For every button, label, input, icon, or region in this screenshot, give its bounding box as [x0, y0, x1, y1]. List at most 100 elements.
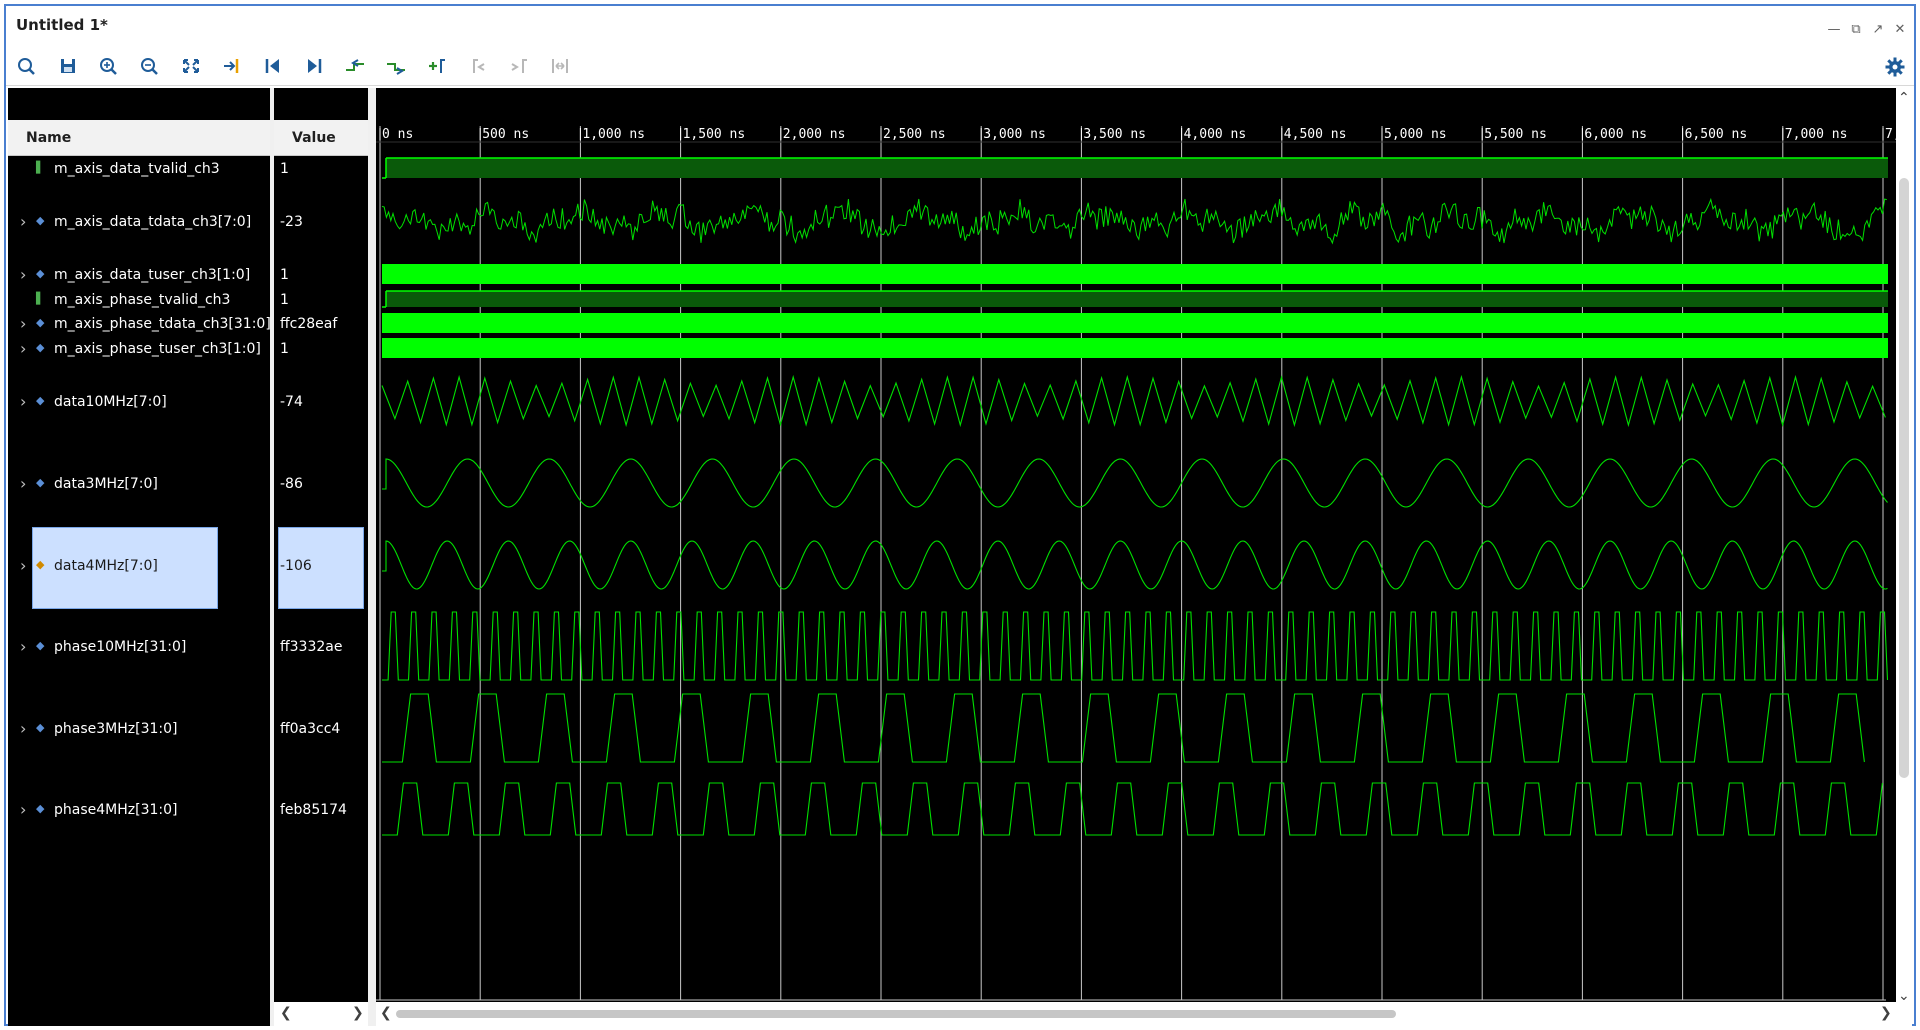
go-to-cursor-icon[interactable] [219, 54, 245, 78]
expand-chevron-icon[interactable]: › [20, 474, 26, 493]
signal-name: m_axis_phase_tdata_ch3[31:0] [54, 316, 271, 332]
maximize-icon[interactable]: ↗ [1868, 22, 1888, 37]
time-tick-label: 2,000 ns [783, 127, 846, 142]
next-marker-icon[interactable] [506, 54, 532, 78]
phase-waveform [382, 782, 1883, 836]
signal-high-fill [386, 291, 1888, 307]
bit-signal-icon: ▌ [36, 161, 45, 174]
phase-waveform [382, 693, 1865, 763]
close-icon[interactable]: ✕ [1890, 22, 1910, 37]
scroll-left-icon[interactable]: ❮ [380, 1005, 392, 1021]
time-tick-label: 7, [1885, 127, 1896, 142]
next-transition-icon[interactable] [383, 54, 409, 78]
time-tick-label: 3,500 ns [1083, 127, 1146, 142]
wave-horizontal-scrollbar[interactable]: ❮ ❯ [376, 1002, 1896, 1026]
previous-marker-icon[interactable] [465, 54, 491, 78]
search-icon[interactable] [14, 54, 40, 78]
vertical-scrollbar[interactable]: ⌃ ⌄ [1896, 88, 1912, 1026]
swap-cursors-icon[interactable] [547, 54, 573, 78]
time-tick-label: 7,000 ns [1785, 127, 1848, 142]
signal-value: 1 [280, 341, 289, 357]
expand-chevron-icon[interactable]: › [20, 637, 26, 656]
minimize-icon[interactable]: — [1824, 22, 1844, 37]
signal-name: data10MHz[7:0] [54, 394, 167, 410]
signal-value: 1 [280, 292, 289, 308]
expand-chevron-icon[interactable]: › [20, 719, 26, 738]
zoom-fit-icon[interactable] [178, 54, 204, 78]
wave-canvas[interactable]: 0 ns 500 ns 1,000 ns 1,500 ns 2,000 ns 2,500 … [376, 88, 1901, 1002]
bus-signal-icon: ◆ [36, 316, 45, 329]
waveform-body: Name ▌ m_axis_data_tvalid_ch3 › ◆ m_axis_dat… [8, 88, 1912, 1026]
zoom-out-icon[interactable] [137, 54, 163, 78]
scrollbar-thumb[interactable] [1899, 178, 1909, 778]
time-tick-label: 5,000 ns [1384, 127, 1447, 142]
save-icon[interactable] [55, 54, 81, 78]
restore-icon[interactable]: ⧉ [1846, 22, 1866, 37]
time-tick-label: 4,500 ns [1284, 127, 1347, 142]
time-tick-label: 5,500 ns [1484, 127, 1547, 142]
analog-waveform [382, 540, 1888, 590]
signal-value: 1 [280, 267, 289, 283]
time-tick-label: 2,500 ns [883, 127, 946, 142]
bit-signal-icon: ▌ [36, 292, 45, 305]
signal-name: data4MHz[7:0] [54, 558, 158, 574]
value-horizontal-scrollbar[interactable]: ❮ ❯ [274, 1002, 368, 1026]
gear-icon[interactable] [1884, 56, 1906, 78]
signal-name: m_axis_phase_tvalid_ch3 [54, 292, 231, 308]
signal-name: m_axis_data_tuser_ch3[1:0] [54, 267, 251, 283]
time-tick-label: 3,000 ns [983, 127, 1046, 142]
name-column-footer [8, 1002, 270, 1026]
time-tick-label: 1,000 ns [582, 127, 645, 142]
go-to-end-icon[interactable] [301, 54, 327, 78]
toolbar [6, 46, 1914, 86]
title-bar: Untitled 1* — ⧉ ↗ ✕ [6, 6, 1914, 44]
bus-dense-fill [382, 264, 1888, 284]
bus-signal-icon: ◆ [36, 267, 45, 280]
value-column-header[interactable]: Value [274, 120, 368, 156]
expand-chevron-icon[interactable]: › [20, 314, 26, 333]
scroll-right-icon[interactable]: ❯ [352, 1005, 364, 1021]
bus-signal-icon: ◆ [36, 802, 45, 815]
pane-divider[interactable] [368, 88, 376, 1026]
bus-signal-icon: ◆ [36, 341, 45, 354]
time-tick-label: 4,000 ns [1184, 127, 1247, 142]
scroll-up-icon[interactable]: ⌃ [1898, 90, 1910, 106]
analog-waveform [381, 374, 1886, 428]
previous-transition-icon[interactable] [342, 54, 368, 78]
signal-high-fill [386, 158, 1888, 178]
go-to-start-icon[interactable] [260, 54, 286, 78]
wave-panel[interactable]: 0 ns 500 ns 1,000 ns 1,500 ns 2,000 ns 2,500 … [376, 88, 1901, 1002]
scroll-right-icon[interactable]: ❯ [1880, 1005, 1892, 1021]
signal-name: m_axis_phase_tuser_ch3[1:0] [54, 341, 261, 357]
scrollbar-thumb[interactable] [396, 1010, 1396, 1018]
signal-value: -74 [280, 394, 303, 410]
expand-chevron-icon[interactable]: › [20, 392, 26, 411]
add-marker-icon[interactable] [424, 54, 450, 78]
analog-waveform [381, 197, 1887, 245]
scroll-down-icon[interactable]: ⌄ [1898, 988, 1910, 1004]
signal-name: phase4MHz[31:0] [54, 802, 178, 818]
time-tick-label: 6,000 ns [1584, 127, 1647, 142]
scroll-left-icon[interactable]: ❮ [280, 1005, 292, 1021]
value-column: Value 1 -23 1 1 ffc28eaf 1 -74 -86 -106 ff3332ae f… [274, 88, 368, 1026]
expand-chevron-icon[interactable]: › [20, 556, 26, 575]
time-tick-label: 6,500 ns [1685, 127, 1748, 142]
bus-dense-fill [382, 338, 1888, 358]
signal-name: m_axis_data_tvalid_ch3 [54, 161, 220, 177]
zoom-in-icon[interactable] [96, 54, 122, 78]
expand-chevron-icon[interactable]: › [20, 339, 26, 358]
bus-signal-icon: ◆ [36, 394, 45, 407]
time-tick-label: 500 ns [482, 127, 529, 142]
expand-chevron-icon[interactable]: › [20, 265, 26, 284]
name-column-header[interactable]: Name [8, 120, 270, 156]
signal-value: -106 [280, 558, 312, 574]
bus-signal-icon: ◆ [36, 476, 45, 489]
name-column: Name ▌ m_axis_data_tvalid_ch3 › ◆ m_axis_dat… [8, 88, 271, 1026]
expand-chevron-icon[interactable]: › [20, 212, 26, 231]
signal-value: feb85174 [280, 802, 347, 818]
expand-chevron-icon[interactable]: › [20, 800, 26, 819]
signal-name: phase10MHz[31:0] [54, 639, 187, 655]
time-tick-label: 0 ns [382, 127, 413, 142]
phase-waveform [382, 611, 1889, 681]
signal-value: 1 [280, 161, 289, 177]
